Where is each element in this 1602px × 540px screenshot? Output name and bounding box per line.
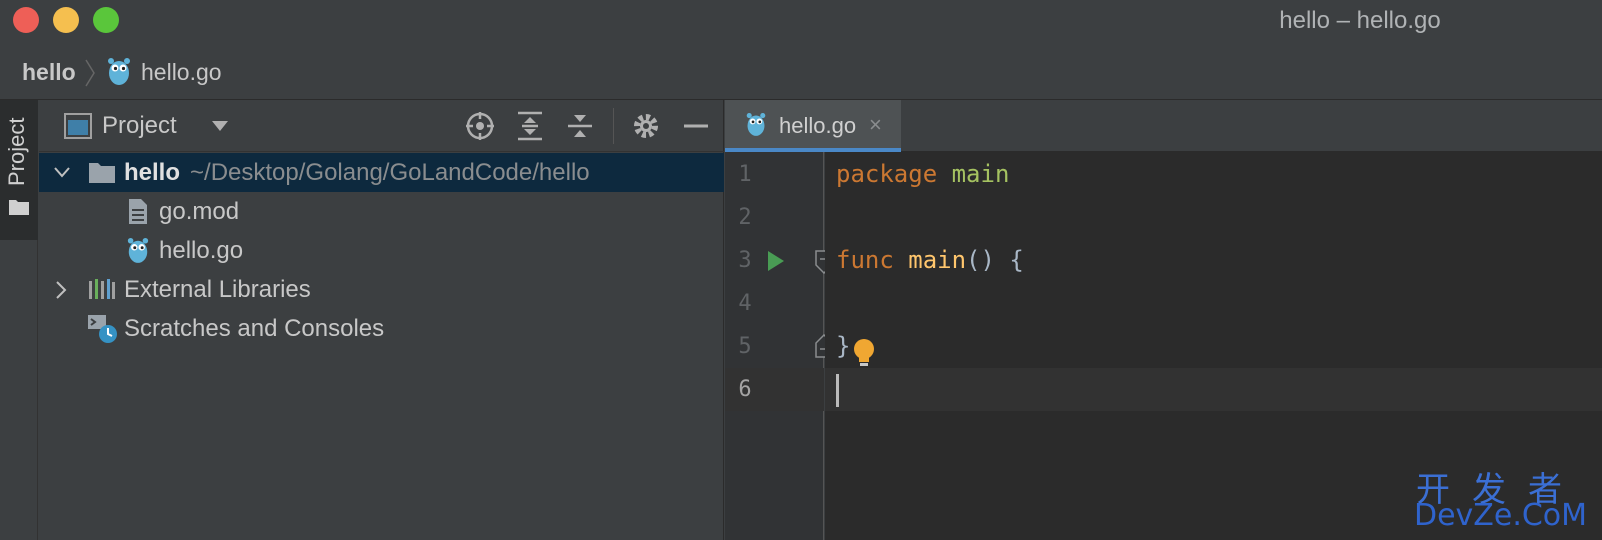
project-view-selector[interactable]: Project xyxy=(102,112,177,140)
line-number: 4 xyxy=(738,291,752,316)
tree-item-label: hello.go xyxy=(159,237,244,264)
code-text: } xyxy=(836,332,851,360)
folder-icon xyxy=(89,163,115,183)
tab-hello-go[interactable]: hello.go × xyxy=(725,100,901,152)
run-icon[interactable] xyxy=(767,250,785,272)
title-bar: hello – hello.go xyxy=(0,0,1602,44)
breadcrumb-separator-icon xyxy=(85,59,95,87)
current-line-highlight xyxy=(825,368,1602,411)
function-name: main xyxy=(908,246,967,274)
line-number: 2 xyxy=(738,205,752,230)
code-line-3: func main() { xyxy=(836,246,1024,274)
keyword-package: package xyxy=(836,160,938,188)
expand-all-icon[interactable] xyxy=(514,110,546,142)
close-icon[interactable]: × xyxy=(869,112,882,138)
breadcrumb-file[interactable]: hello.go xyxy=(141,59,222,86)
code-line-1: package main xyxy=(836,160,1009,188)
tree-item-label: External Libraries xyxy=(124,276,311,303)
editor-gutter: 1 2 3 4 5 6 xyxy=(725,152,833,540)
project-root-path: ~/Desktop/Golang/GoLandCode/hello xyxy=(190,159,590,186)
scratches-icon xyxy=(88,315,117,343)
line-number: 6 xyxy=(738,377,752,402)
tree-item-scratches[interactable]: Scratches and Consoles xyxy=(39,309,724,348)
tree-item-hello-go[interactable]: hello.go xyxy=(39,231,724,270)
code-line-5: } xyxy=(836,332,850,360)
go-file-icon xyxy=(746,113,766,136)
hide-panel-icon[interactable] xyxy=(680,110,712,142)
chevron-right-icon[interactable] xyxy=(53,280,69,300)
line-number: 1 xyxy=(738,162,752,187)
window-maximize-button[interactable] xyxy=(93,7,119,33)
window-title: hello – hello.go xyxy=(1279,7,1441,34)
code-text: () { xyxy=(966,246,1024,274)
tree-item-label: hello ~/Desktop/Golang/GoLandCode/hello xyxy=(124,159,590,187)
folder-icon xyxy=(9,200,29,215)
library-icon xyxy=(89,279,115,299)
tree-item-label: go.mod xyxy=(159,198,240,225)
editor-tab-bar: hello.go × xyxy=(725,100,1602,152)
project-tool-window-tab[interactable]: Project xyxy=(0,100,38,240)
keyword-func: func xyxy=(836,246,894,274)
line-number: 5 xyxy=(738,334,752,359)
go-file-icon xyxy=(108,58,130,85)
project-panel: Project hello ~/Desktop/Golang/GoLandCod… xyxy=(39,100,724,540)
line-number: 3 xyxy=(738,248,752,273)
watermark: 开发者 DevZe.CoM xyxy=(1412,462,1602,533)
package-name: main xyxy=(951,160,1010,188)
project-view-icon xyxy=(64,113,92,139)
tree-item-external-libraries[interactable]: External Libraries xyxy=(39,270,724,309)
text-caret xyxy=(836,374,839,407)
tab-label: hello.go xyxy=(779,113,857,138)
tree-item-label: Scratches and Consoles xyxy=(124,315,385,342)
go-file-icon xyxy=(127,238,149,263)
file-icon xyxy=(129,199,147,224)
tree-item-go-mod[interactable]: go.mod xyxy=(39,192,724,231)
watermark-en: DevZe.CoM xyxy=(1414,498,1588,533)
project-panel-header: Project xyxy=(39,100,724,152)
chevron-down-icon[interactable] xyxy=(53,164,71,180)
tree-item-hello-root[interactable]: hello ~/Desktop/Golang/GoLandCode/hello xyxy=(39,153,724,192)
left-tool-strip: Project xyxy=(0,100,38,540)
project-tool-label: Project xyxy=(4,117,29,186)
collapse-all-icon[interactable] xyxy=(564,110,596,142)
chevron-down-icon[interactable] xyxy=(211,120,229,132)
window-minimize-button[interactable] xyxy=(53,7,79,33)
navigation-bar: hello hello.go xyxy=(0,44,1602,100)
lightbulb-icon[interactable] xyxy=(852,338,876,368)
window-close-button[interactable] xyxy=(13,7,39,33)
locate-file-icon[interactable] xyxy=(464,110,496,142)
project-root-name: hello xyxy=(124,159,181,186)
gear-icon[interactable] xyxy=(630,110,662,142)
toolbar-divider xyxy=(613,108,614,144)
breadcrumb-project[interactable]: hello xyxy=(22,59,76,86)
